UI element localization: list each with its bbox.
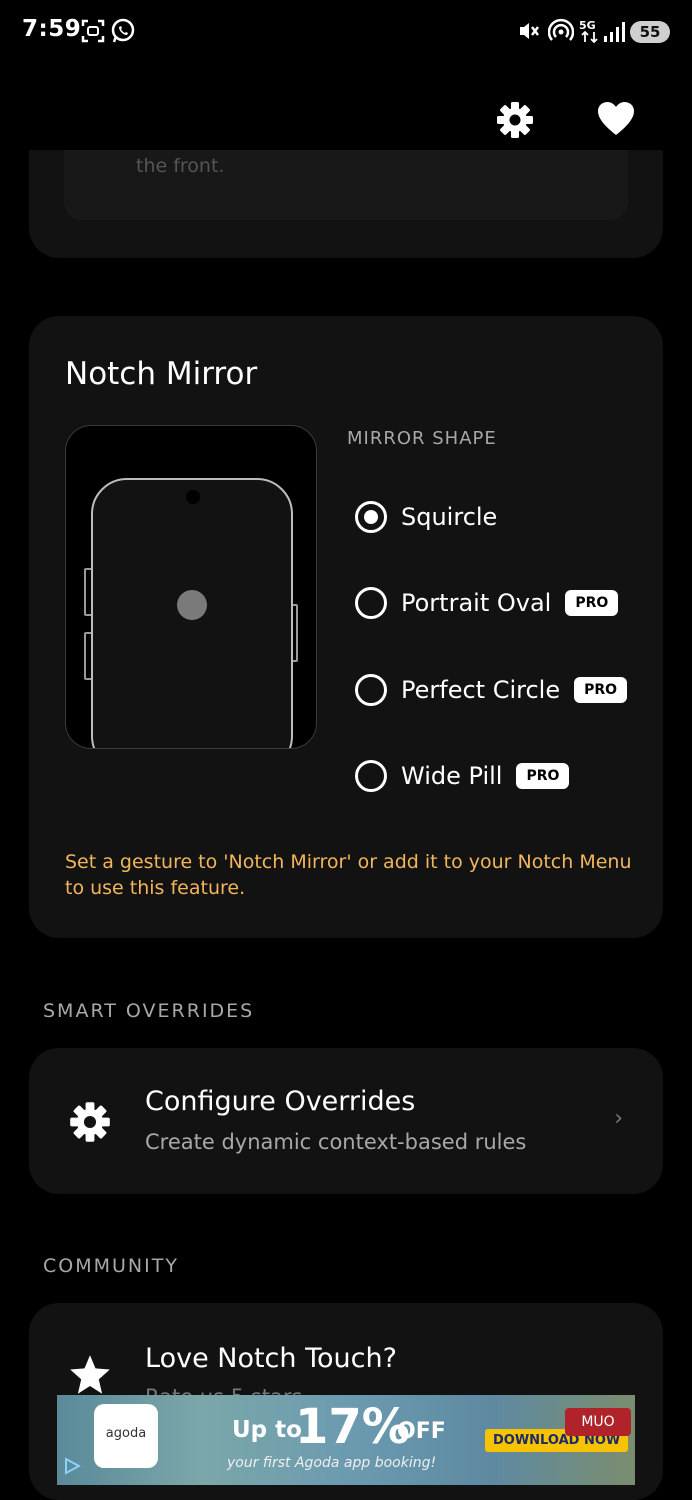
gear-icon[interactable] [495, 100, 535, 140]
phone-outline [91, 478, 293, 748]
radio-unselected[interactable] [355, 587, 387, 619]
gear-icon [70, 1102, 110, 1142]
option-label: Wide Pill [401, 762, 503, 790]
5g-icon: 5G [579, 19, 598, 44]
previous-card-text: the front. [136, 155, 225, 177]
option-label: Portrait Oval [401, 589, 552, 617]
ad-brand: agoda [105, 1426, 147, 1441]
mirror-shape-label: MIRROR SHAPE [347, 428, 497, 449]
phone-camera [186, 490, 200, 504]
option-label: Perfect Circle [401, 676, 561, 704]
notch-mirror-hint: Set a gesture to 'Notch Mirror' or add i… [65, 851, 632, 899]
radio-unselected[interactable] [355, 674, 387, 706]
svg-text:5G: 5G [579, 19, 596, 32]
ad-banner[interactable]: agoda Up to 17% OFF your first Agoda app… [57, 1395, 635, 1485]
mute-vibrate-icon [520, 23, 539, 39]
notch-mirror-title: Notch Mirror [65, 356, 258, 392]
status-time: 7:59 [22, 16, 82, 42]
radio-selected[interactable] [355, 501, 387, 533]
pro-badge: PRO [565, 590, 619, 616]
radio-unselected[interactable] [355, 760, 387, 792]
pro-badge: PRO [574, 677, 628, 703]
option-perfect-circle[interactable]: Perfect Circle PRO [355, 670, 628, 710]
configure-overrides-subtitle: Create dynamic context-based rules [145, 1130, 527, 1154]
option-portrait-oval[interactable]: Portrait Oval PRO [355, 583, 619, 623]
previous-card-inner: the front. [64, 150, 628, 220]
signal-icon [604, 22, 625, 42]
ad-choices-icon[interactable] [63, 1457, 81, 1475]
section-label-smart-overrides: SMART OVERRIDES [43, 1000, 255, 1022]
ad-percent: 17% [295, 1399, 410, 1455]
community-title: Love Notch Touch? [145, 1343, 397, 1374]
status-bar: 7:59 5G 55 [0, 0, 692, 66]
section-label-community: COMMUNITY [43, 1255, 179, 1277]
mirror-shape-preview [177, 590, 207, 620]
notch-mirror-card: Notch Mirror MIRROR SHAPE Squircle Portr… [29, 316, 663, 938]
ad-watermark-badge: MUO [565, 1408, 631, 1436]
option-wide-pill[interactable]: Wide Pill PRO [355, 756, 570, 796]
configure-overrides-row[interactable]: Configure Overrides Create dynamic conte… [29, 1048, 663, 1194]
ad-subtitle: your first Agoda app booking! [227, 1455, 437, 1471]
hotspot-icon [548, 18, 574, 41]
screenshot-icon [81, 19, 105, 43]
star-icon [70, 1355, 110, 1394]
pro-badge: PRO [516, 763, 570, 789]
previous-card: the front. [29, 150, 663, 258]
option-label: Squircle [401, 503, 498, 531]
ad-up-to: Up to [232, 1417, 302, 1443]
mirror-preview [65, 425, 317, 749]
configure-overrides-title: Configure Overrides [145, 1086, 416, 1117]
chevron-right-icon: › [614, 1106, 623, 1131]
ad-off: OFF [397, 1419, 446, 1444]
heart-icon[interactable] [596, 100, 636, 140]
option-squircle[interactable]: Squircle [355, 497, 497, 537]
agoda-logo: agoda [94, 1404, 158, 1468]
whatsapp-icon [111, 18, 135, 43]
battery-indicator: 55 [630, 21, 670, 43]
